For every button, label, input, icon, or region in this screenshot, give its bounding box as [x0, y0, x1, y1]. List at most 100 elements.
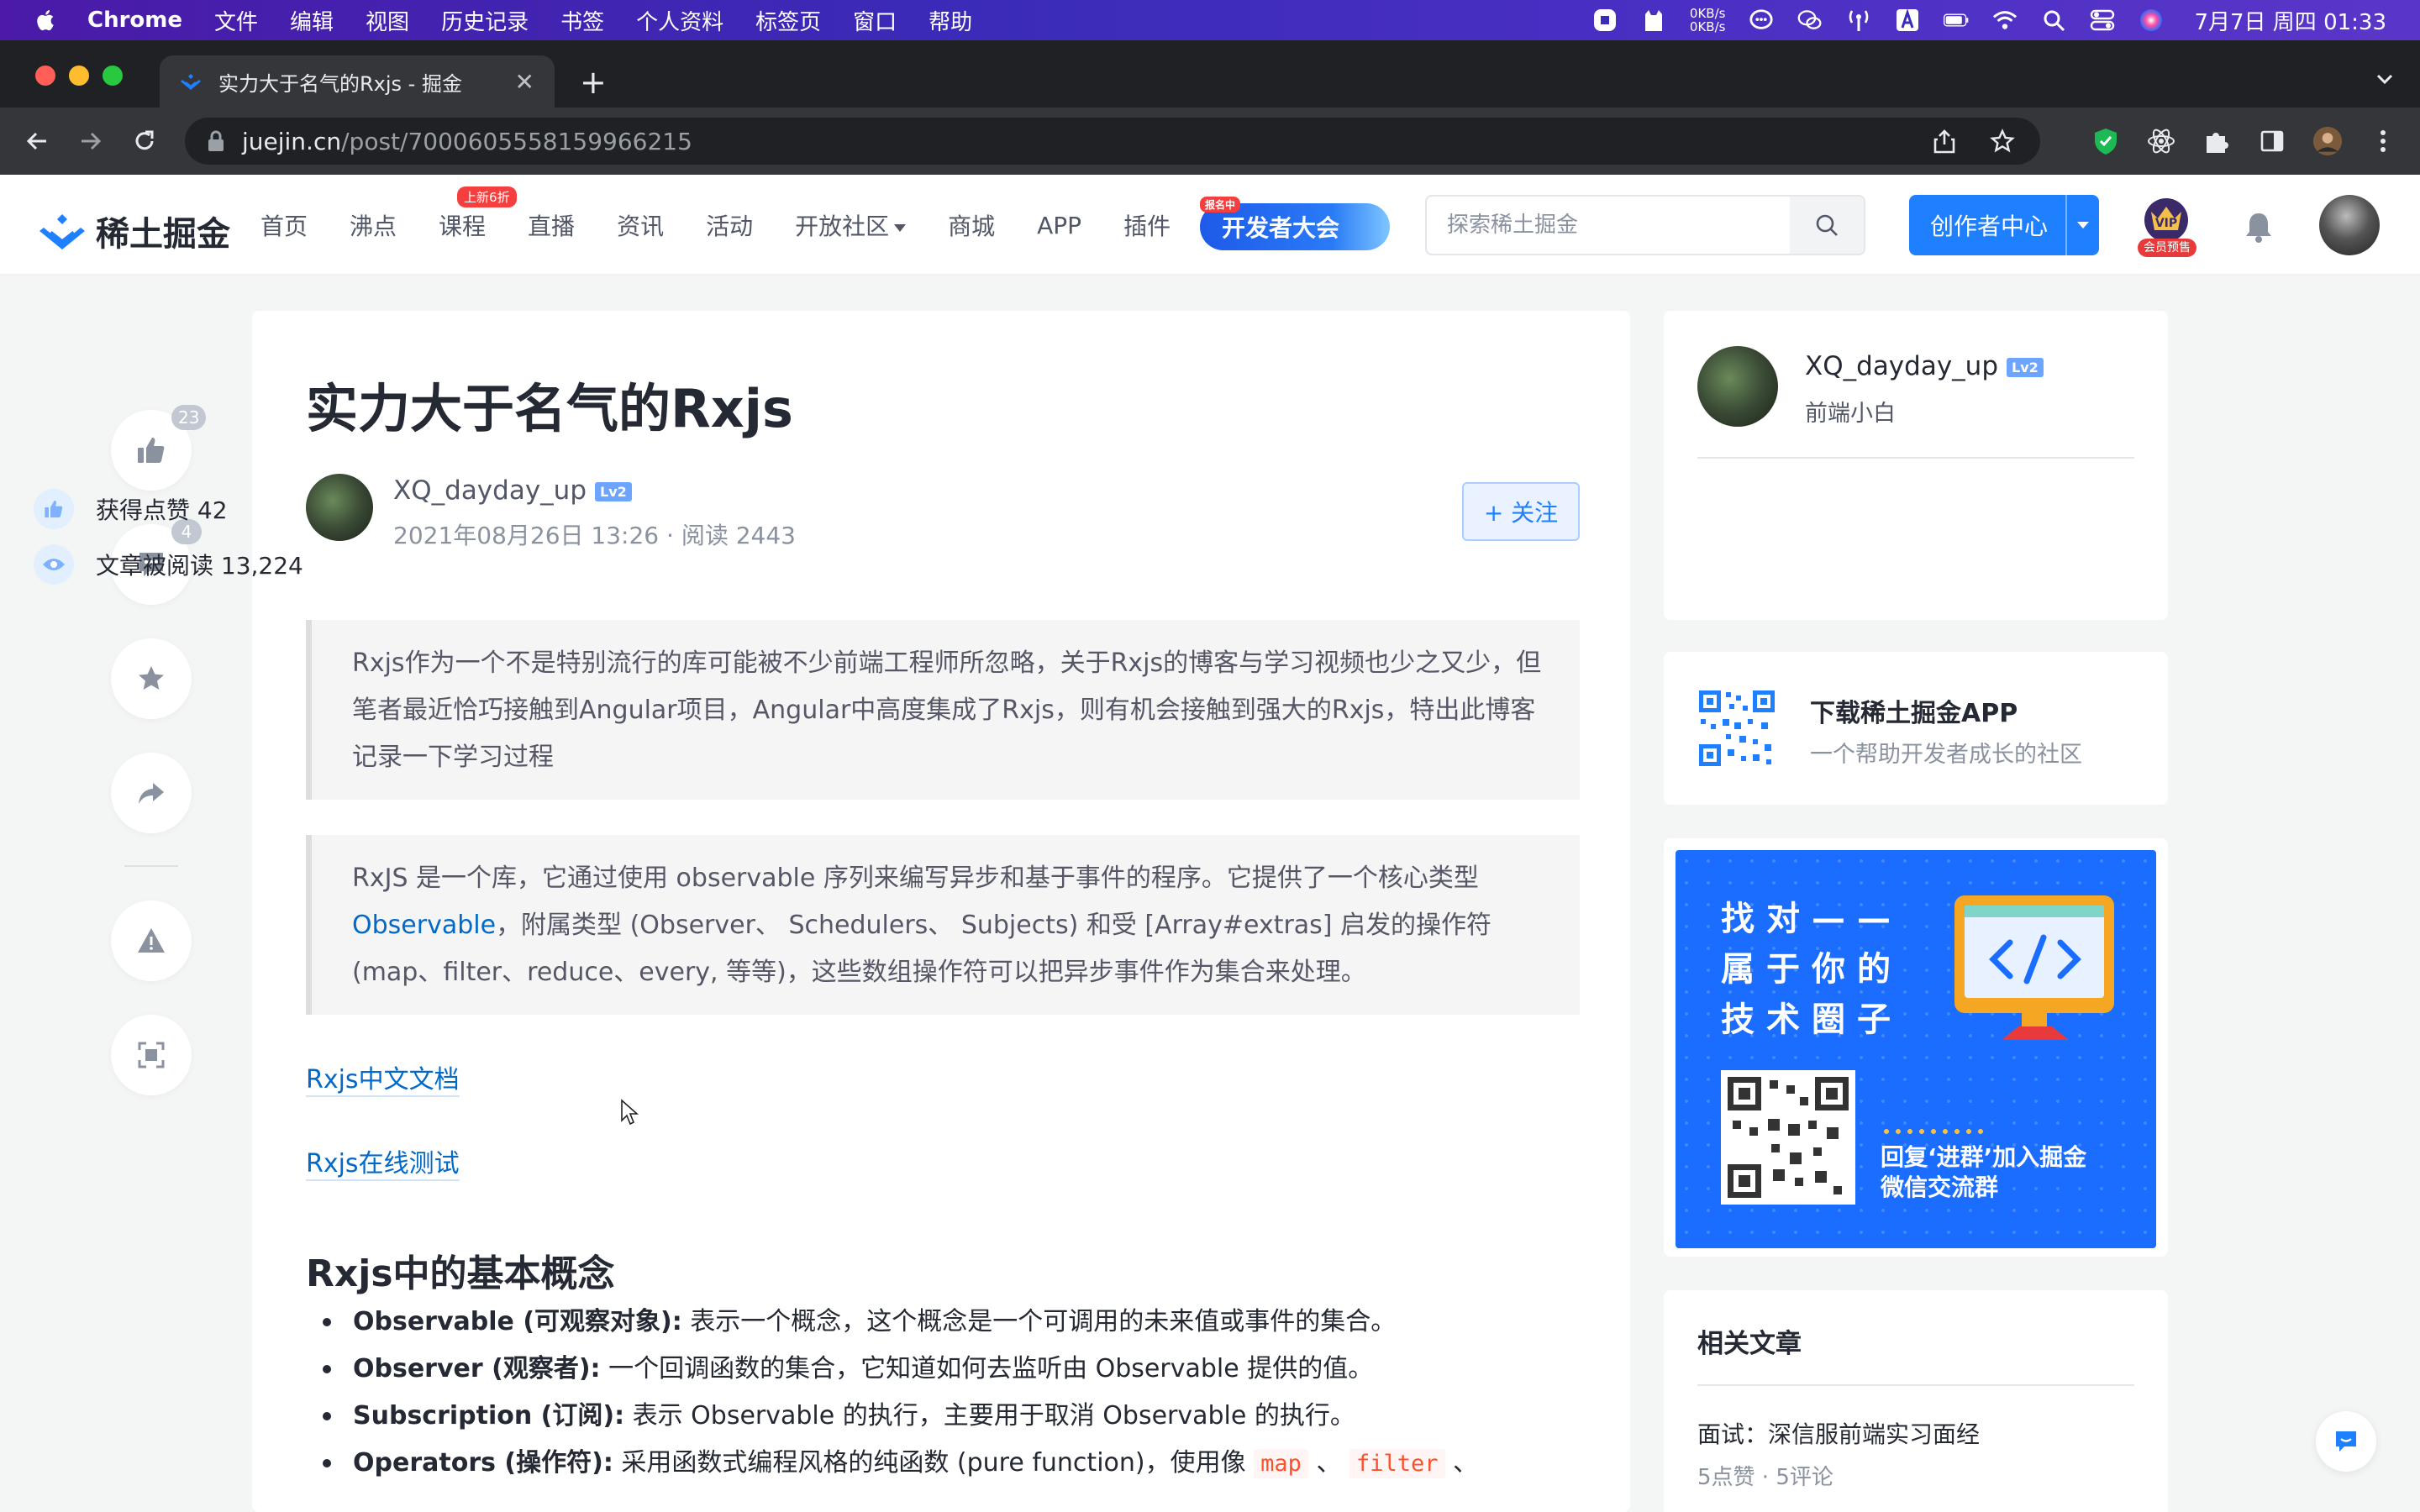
- window-close-button[interactable]: [35, 66, 55, 86]
- tab-close-icon[interactable]: ✕: [515, 68, 534, 96]
- forward-button[interactable]: [74, 124, 108, 158]
- browser-tab-active[interactable]: 实力大于名气的Rxjs - 掘金 ✕: [160, 55, 555, 108]
- nav-course[interactable]: 课程 上新6折: [439, 186, 517, 242]
- control-center-icon[interactable]: [2090, 8, 2115, 33]
- qr-code-icon: [1697, 689, 1776, 768]
- menu-tabs[interactable]: 标签页: [755, 5, 821, 36]
- window-zoom-button[interactable]: [103, 66, 123, 86]
- share-button[interactable]: [111, 753, 192, 833]
- star-icon: [139, 666, 164, 690]
- menu-help[interactable]: 帮助: [929, 5, 972, 36]
- feedback-chat-button[interactable]: [2316, 1411, 2376, 1472]
- antenna-icon[interactable]: [1846, 8, 1871, 33]
- thumbs-up-icon: [138, 438, 165, 463]
- menu-history[interactable]: 历史记录: [441, 5, 529, 36]
- user-avatar[interactable]: [2319, 195, 2380, 255]
- menu-window[interactable]: 窗口: [853, 5, 897, 36]
- fullscreen-icon: [138, 1042, 165, 1068]
- juejin-logo[interactable]: 稀土掘金: [39, 207, 230, 255]
- menu-clock[interactable]: 7月7日 周四 01:33: [2194, 5, 2386, 36]
- juejin-logo-icon: [39, 214, 85, 249]
- vip-badge[interactable]: VIP 会员预售: [2134, 192, 2198, 259]
- address-bar[interactable]: juejin.cn/post/7000605558159966215: [185, 118, 2040, 165]
- fullscreen-button[interactable]: [111, 1015, 192, 1095]
- creator-dropdown-button[interactable]: [2065, 195, 2099, 255]
- ad-caption-line-2: 微信交流群: [1881, 1173, 1999, 1201]
- nav-course-label: 课程: [439, 213, 487, 240]
- new-tab-button[interactable]: +: [580, 66, 607, 99]
- notification-bell-icon[interactable]: [2242, 210, 2275, 244]
- menu-app-name[interactable]: Chrome: [87, 8, 182, 33]
- menu-edit[interactable]: 编辑: [290, 5, 334, 36]
- text-a-icon[interactable]: [1895, 8, 1920, 33]
- side-panel-icon[interactable]: [2257, 126, 2287, 156]
- menu-bookmarks[interactable]: 书签: [560, 5, 604, 36]
- author-avatar[interactable]: [306, 474, 373, 541]
- nav-pins[interactable]: 沸点: [350, 208, 397, 242]
- list-item: Observer (观察者): 一个回调函数的集合，它知道如何去监听由 Obse…: [306, 1346, 1617, 1393]
- extensions-puzzle-icon[interactable]: [2202, 126, 2232, 156]
- spotlight-search-icon[interactable]: [2041, 8, 2066, 33]
- wechat-icon[interactable]: [1797, 8, 1823, 33]
- search-icon: [1816, 214, 1838, 236]
- developer-conference-banner[interactable]: 报名中 开发者大会: [1200, 197, 1390, 250]
- chat-bubble-icon: [2336, 1431, 2356, 1452]
- community-ad-card[interactable]: 找对—— 属于你的 技术圈子 回复‘进群’加入掘金 微信交流群: [1664, 838, 2168, 1257]
- apple-icon[interactable]: [34, 8, 59, 33]
- sidebar-author-avatar[interactable]: [1697, 346, 1778, 427]
- app-download-title: 下载稀土掘金APP: [1810, 699, 2018, 728]
- react-devtools-icon[interactable]: [2146, 126, 2176, 156]
- like-button[interactable]: 23: [111, 405, 207, 491]
- stat-eye-icon: [34, 544, 74, 585]
- back-button[interactable]: [20, 124, 54, 158]
- stat-likes: 获得点赞 42: [34, 489, 228, 529]
- logo-text: 稀土掘金: [96, 215, 230, 254]
- divider: [1697, 1384, 2134, 1386]
- nav-home[interactable]: 首页: [260, 208, 308, 242]
- app-download-card[interactable]: 下载稀土掘金APP 一个帮助开发者成长的社区: [1664, 652, 2168, 805]
- nav-live[interactable]: 直播: [528, 208, 575, 242]
- observable-link[interactable]: Observable: [352, 911, 496, 940]
- rxjs-docs-link[interactable]: Rxjs中文文档: [306, 1058, 460, 1097]
- net-down: 0KB/s: [1689, 19, 1726, 34]
- related-article-title[interactable]: 面试：深信服前端实习面经: [1697, 1416, 1980, 1450]
- share-icon[interactable]: [1933, 129, 1956, 154]
- window-minimize-button[interactable]: [69, 66, 89, 86]
- search-input[interactable]: [1427, 197, 1790, 254]
- cat-icon[interactable]: [1641, 8, 1666, 33]
- menu-file[interactable]: 文件: [214, 5, 258, 36]
- profile-avatar-icon[interactable]: [2312, 126, 2343, 156]
- wifi-icon[interactable]: [1992, 8, 2018, 33]
- rxjs-online-test-link[interactable]: Rxjs在线测试: [306, 1142, 460, 1181]
- concept-desc: 采用函数式编程风格的纯函数 (pure function)，使用像: [613, 1448, 1255, 1478]
- nav-plugins[interactable]: 插件: [1123, 208, 1171, 242]
- extension-icons: [2091, 124, 2398, 158]
- chat-icon[interactable]: [1749, 8, 1774, 33]
- bookmark-star-icon[interactable]: [1990, 129, 2015, 154]
- battery-icon[interactable]: [1944, 8, 1969, 33]
- author-name[interactable]: XQ_dayday_up Lv2: [393, 475, 632, 506]
- sidebar-author-name[interactable]: XQ_dayday_up Lv2: [1805, 351, 2044, 381]
- nav-shop[interactable]: 商城: [948, 208, 995, 242]
- menu-view[interactable]: 视图: [366, 5, 409, 36]
- siri-icon[interactable]: [2139, 8, 2164, 33]
- collect-button[interactable]: [111, 638, 192, 719]
- nav-app[interactable]: APP: [1037, 212, 1081, 239]
- reload-button[interactable]: [128, 124, 161, 158]
- search-button[interactable]: [1790, 197, 1864, 254]
- ad-caption-line-1: 回复‘进群’加入掘金: [1881, 1143, 2087, 1171]
- related-articles-card: 相关文章 面试：深信服前端实习面经 5点赞 · 5评论: [1664, 1290, 2168, 1512]
- follow-button[interactable]: + 关注: [1462, 482, 1580, 541]
- report-button[interactable]: [111, 900, 192, 981]
- creator-center-button[interactable]: 创作者中心: [1909, 195, 2099, 255]
- code-separator: 、: [1307, 1448, 1342, 1478]
- shield-extension-icon[interactable]: [2091, 126, 2121, 156]
- menu-profiles[interactable]: 个人资料: [636, 5, 723, 36]
- nav-news[interactable]: 资讯: [617, 208, 664, 242]
- record-icon[interactable]: [1592, 8, 1618, 33]
- nav-events[interactable]: 活动: [706, 208, 753, 242]
- nav-open-community[interactable]: 开放社区: [795, 208, 907, 242]
- tab-search-chevron-icon[interactable]: [2375, 69, 2395, 89]
- chrome-menu-icon[interactable]: [2368, 126, 2398, 156]
- lock-icon[interactable]: [207, 130, 225, 152]
